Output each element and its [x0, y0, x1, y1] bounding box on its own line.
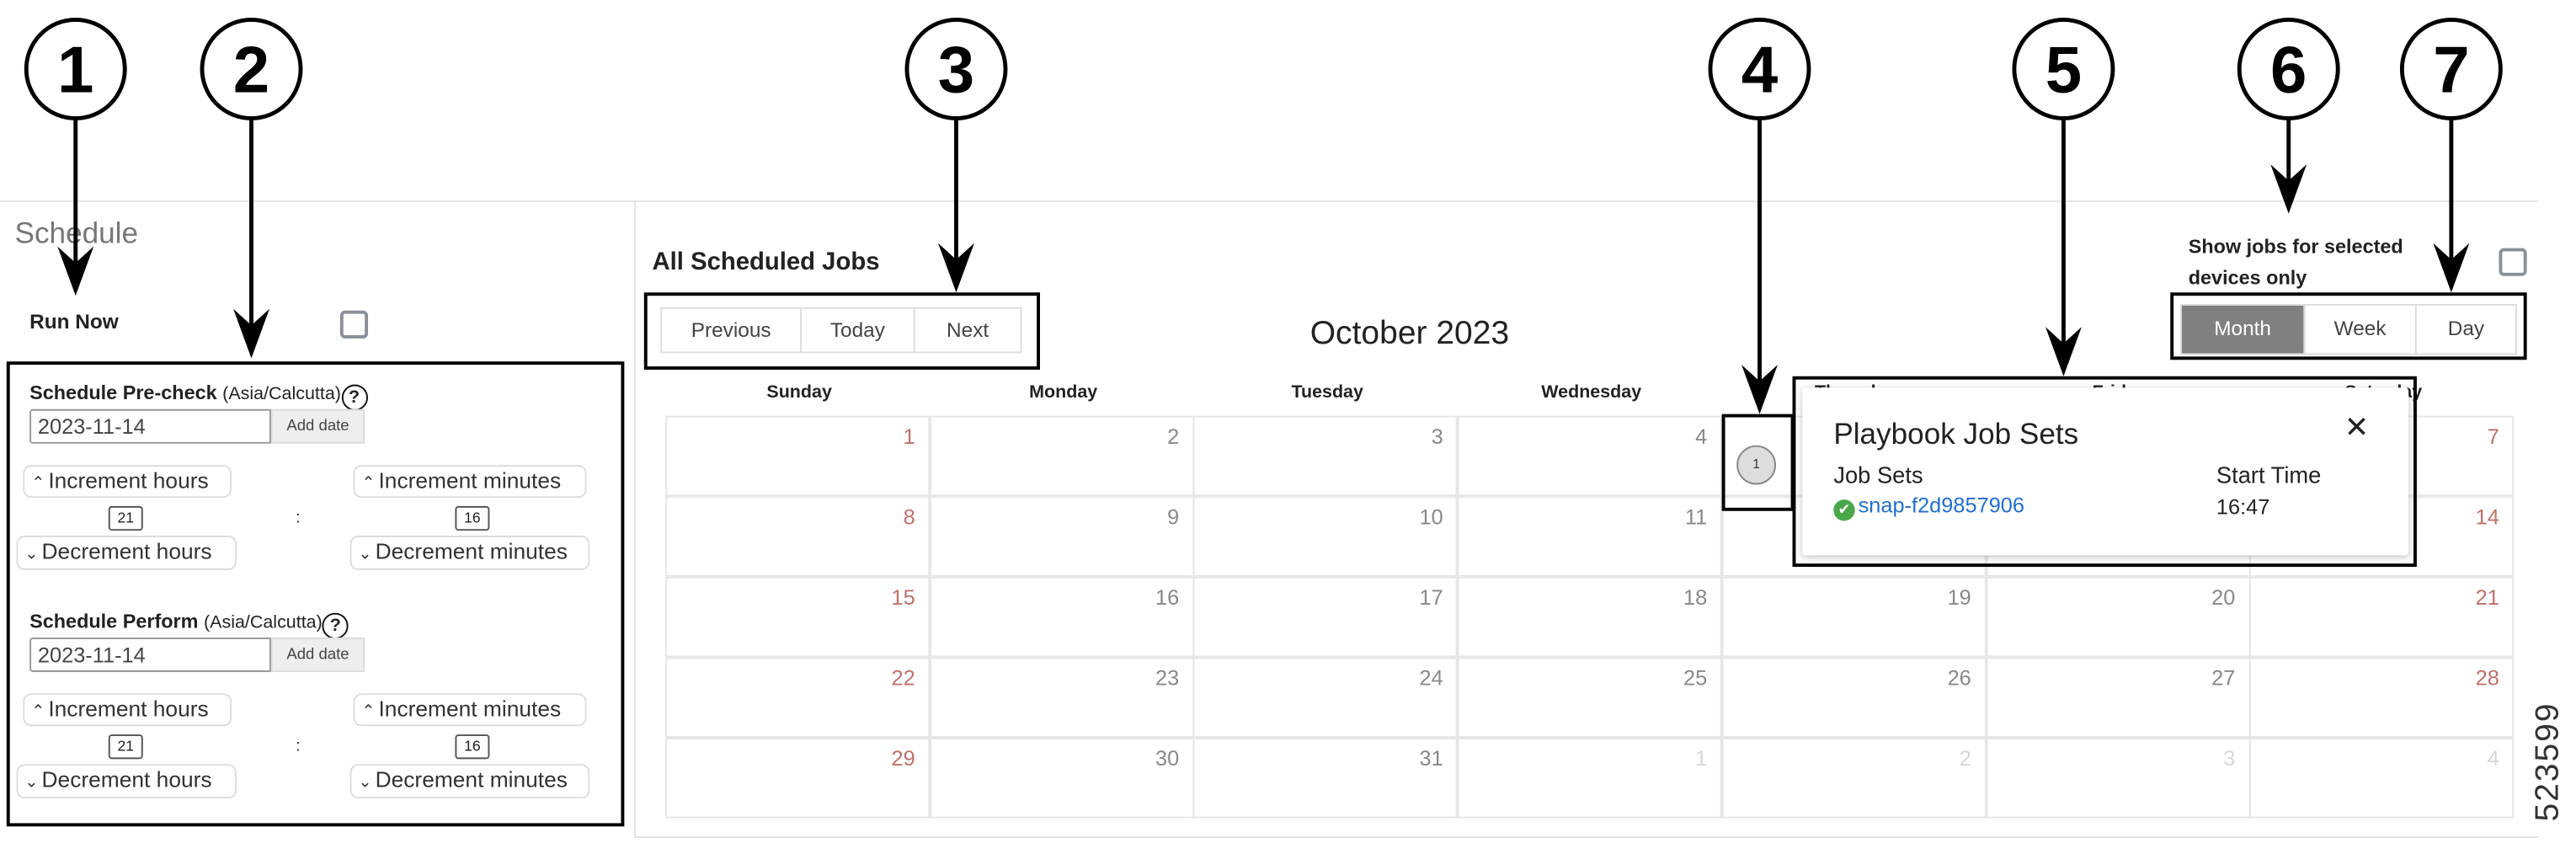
callout-number: 1: [57, 32, 93, 106]
figure-id: 523599: [2530, 702, 2567, 822]
callout-number: 7: [2433, 32, 2469, 106]
callout-number: 5: [2045, 32, 2082, 106]
callout-number: 6: [2270, 32, 2307, 106]
callout-number: 4: [1741, 32, 1778, 106]
callout-number: 3: [938, 32, 974, 106]
callout-number: 2: [233, 32, 269, 106]
callout-overlay: 1 2 3 4 5 6 7: [24, 17, 2503, 414]
